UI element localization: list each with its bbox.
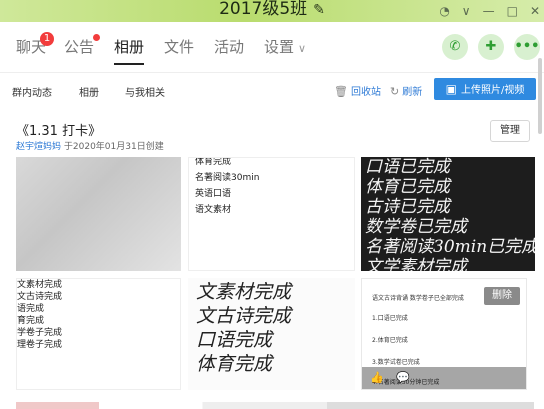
recycle-bin-button[interactable]: 🗑 回收站 <box>334 83 381 98</box>
album-author[interactable]: 赵宇煊妈妈 <box>16 142 61 152</box>
tab-album[interactable]: 相册 <box>114 36 145 65</box>
album-subbar: 群内动态 相册 与我相关 🗑 回收站 ↻ 刷新 ▣ 上传照片/视频 <box>0 72 544 105</box>
photo-text-line: 文古诗完成 <box>196 305 292 327</box>
photo-thumbnail[interactable]: 体育完成 名著阅读30min 英语口语 语文素材 <box>188 157 355 271</box>
notice-dot <box>93 34 101 41</box>
menu-icon[interactable]: ∨ <box>462 4 471 18</box>
photo-thumbnail[interactable] <box>16 157 181 271</box>
recycle-label: 回收站 <box>350 87 381 98</box>
tab-label: 公告 <box>64 38 95 56</box>
photo-text-line: 2.体育已完成 <box>372 337 408 344</box>
photo-text-line: 育完成 <box>17 316 45 326</box>
photo-thumbnail[interactable]: 口语已完成 体育已完成 古诗已完成 数学卷已完成 名著阅读30min已完成 文学… <box>361 157 535 271</box>
photo-text-line: 名著阅读30min <box>195 173 260 183</box>
top-nav: 聊天 1 公告 相册 文件 活动 设置 ∨ ✆ ✚ ••• <box>0 22 544 72</box>
skin-icon[interactable]: ◔ <box>439 4 449 18</box>
refresh-icon: ↻ <box>390 85 400 98</box>
photo-thumbnail[interactable]: 语文古诗背诵 数学卷子已全部完成 1.口语已完成 2.体育已完成 3.数学试卷已… <box>361 278 527 390</box>
photo-text-line: 学卷子完成 <box>17 328 63 338</box>
photo-text-line: 英语口语 <box>195 189 232 199</box>
upload-button[interactable]: ▣ 上传照片/视频 <box>434 78 536 100</box>
tab-activity[interactable]: 活动 <box>214 36 244 57</box>
trash-icon: 🗑 <box>334 85 348 98</box>
comment-icon[interactable]: 💬 <box>396 371 410 384</box>
scrollbar[interactable] <box>538 58 542 134</box>
tab-label: 设置 <box>264 38 295 56</box>
manage-button[interactable]: 管理 <box>490 120 530 142</box>
photo-text-line: 体育完成 <box>195 157 232 167</box>
photo-text-line: 文学素材完成 <box>365 257 467 271</box>
photo-text-line: 体育已完成 <box>365 177 450 197</box>
subtab-group-activity[interactable]: 群内动态 <box>12 84 52 99</box>
tab-files[interactable]: 文件 <box>164 36 194 57</box>
photo-thumbnail[interactable]: 文素材完成 文古诗完成 口语完成 体育完成 <box>188 278 355 390</box>
photo-text-line: 理卷子完成 <box>17 340 63 350</box>
next-row-preview <box>16 402 534 409</box>
album-created: 于2020年01月31日创建 <box>63 142 164 152</box>
unread-badge: 1 <box>40 32 55 46</box>
photo-text-line: 文古诗完成 <box>17 292 63 302</box>
photo-text-line: 3.数学试卷已完成 <box>372 359 420 366</box>
tab-label: 活动 <box>214 38 245 56</box>
refresh-label: 刷新 <box>402 87 423 98</box>
minimize-icon[interactable]: — <box>483 4 495 18</box>
photo-text-line: 古诗已完成 <box>365 197 450 217</box>
photo-text-line: 数学卷已完成 <box>365 217 467 237</box>
close-icon[interactable]: ✕ <box>530 4 540 18</box>
photo-text-line: 名著阅读30min已完成 <box>365 237 535 257</box>
pencil-icon[interactable]: ✎ <box>313 2 325 18</box>
chevron-down-icon: ∨ <box>298 42 307 55</box>
photo-text-line: 1.口语已完成 <box>372 315 408 322</box>
album-title: 《1.31 打卡》 <box>16 124 102 139</box>
photo-text-line: 文素材完成 <box>17 280 63 290</box>
upload-image-icon: ▣ <box>445 82 457 96</box>
tab-settings[interactable]: 设置 ∨ <box>264 36 306 57</box>
like-icon[interactable]: 👍 <box>370 371 384 384</box>
photo-text-line: 文素材完成 <box>196 281 292 303</box>
photo-text-line: 语完成 <box>17 304 45 314</box>
delete-button[interactable]: 删除 <box>484 287 520 305</box>
photo-text-line: 口语完成 <box>196 329 273 351</box>
more-icon[interactable]: ••• <box>514 34 540 60</box>
upload-label: 上传照片/视频 <box>460 85 525 96</box>
photo-thumbnail[interactable]: 文素材完成 文古诗完成 语完成 育完成 学卷子完成 理卷子完成 <box>16 278 181 390</box>
subtab-album[interactable]: 相册 <box>79 84 99 99</box>
refresh-button[interactable]: ↻ 刷新 <box>390 83 422 98</box>
share-plus-icon[interactable]: ✚ <box>478 34 504 60</box>
tab-label: 文件 <box>164 38 195 56</box>
group-name: 2017级5班 <box>219 0 308 19</box>
title-bar: 2017级5班 ✎ ◔ ∨ — □ ✕ <box>0 0 544 22</box>
tab-notice[interactable]: 公告 <box>64 34 101 57</box>
photo-text-line: 语文古诗背诵 数学卷子已全部完成 <box>372 295 464 302</box>
tab-label: 相册 <box>114 38 145 56</box>
tab-chat[interactable]: 聊天 1 <box>16 32 55 57</box>
phone-icon[interactable]: ✆ <box>442 34 468 60</box>
maximize-icon[interactable]: □ <box>507 4 518 18</box>
album-meta: 赵宇煊妈妈 于2020年01月31日创建 <box>16 139 164 152</box>
photo-text-line: 语文素材 <box>195 205 232 215</box>
subtab-related-to-me[interactable]: 与我相关 <box>125 84 165 99</box>
photo-action-overlay: 👍 💬 <box>362 367 526 389</box>
photo-text-line: 体育完成 <box>196 353 273 375</box>
photo-text-line: 口语已完成 <box>365 157 450 177</box>
